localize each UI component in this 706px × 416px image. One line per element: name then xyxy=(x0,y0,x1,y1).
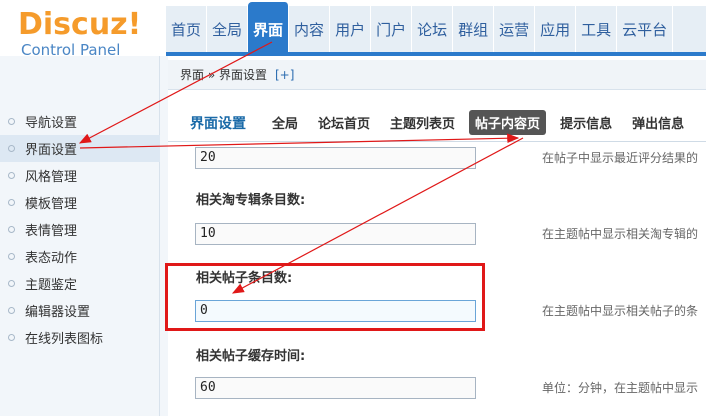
settings-tabs: 界面设置 全局 论坛首页 主题列表页 帖子内容页 提示信息 弹出信息 xyxy=(168,104,706,142)
sidebar-item-thread-stamps[interactable]: 主题鉴定 xyxy=(0,270,160,297)
tab-global[interactable]: 全局 xyxy=(266,110,304,135)
sidebar-item-label: 主题鉴定 xyxy=(25,278,78,293)
setting-description: 在主题帖中显示相关淘专辑的 xyxy=(542,227,699,241)
bullet-icon xyxy=(8,334,15,341)
discuz-logo[interactable]: Discuz! Control Panel xyxy=(18,7,168,59)
sidebar-item-label: 编辑器设置 xyxy=(25,305,91,320)
tab-popups[interactable]: 弹出信息 xyxy=(626,110,690,135)
sidebar-item-label: 表态动作 xyxy=(25,251,78,266)
bullet-icon xyxy=(8,199,15,206)
topnav-forum[interactable]: 论坛 xyxy=(412,6,454,52)
top-navigation: 首页 全局 界面 内容 用户 门户 论坛 群组 运营 应用 工具 云平台 xyxy=(166,2,706,56)
breadcrumb: 界面 » 界面设置 [+] xyxy=(168,60,706,90)
cache-time-input[interactable]: 60 xyxy=(195,377,476,399)
setting-label: 相关淘专辑条目数: xyxy=(196,193,306,208)
sidebar-item-label: 模板管理 xyxy=(25,197,78,212)
rating-count-input[interactable]: 20 xyxy=(195,147,476,169)
setting-label: 相关帖子缓存时间: xyxy=(196,349,306,364)
sidebar-item-smilies[interactable]: 表情管理 xyxy=(0,216,160,243)
tab-post-page[interactable]: 帖子内容页 xyxy=(469,110,547,135)
sidebar-item-label: 在线列表图标 xyxy=(25,332,104,347)
topnav-users[interactable]: 用户 xyxy=(330,6,372,52)
topnav-groups[interactable]: 群组 xyxy=(453,6,495,52)
topnav-apps[interactable]: 应用 xyxy=(535,6,577,52)
bullet-icon xyxy=(8,145,15,152)
related-collections-input[interactable]: 10 xyxy=(195,223,476,245)
topnav-cloud[interactable]: 云平台 xyxy=(617,6,674,52)
topnav-global[interactable]: 全局 xyxy=(207,6,249,52)
logo-text: Discuz! xyxy=(18,7,142,42)
tab-messages[interactable]: 提示信息 xyxy=(554,110,618,135)
sidebar-item-click-actions[interactable]: 表态动作 xyxy=(0,243,160,270)
topnav-interface[interactable]: 界面 xyxy=(248,2,290,52)
bullet-icon xyxy=(8,172,15,179)
tab-thread-list[interactable]: 主题列表页 xyxy=(384,110,461,135)
bullet-icon xyxy=(8,280,15,287)
sidebar-item-editor[interactable]: 编辑器设置 xyxy=(0,297,160,324)
setting-description: 单位：分钟，在主题帖中显示 xyxy=(542,381,699,395)
bullet-icon xyxy=(8,226,15,233)
add-shortcut-link[interactable]: [+] xyxy=(275,68,294,82)
sidebar-item-templates[interactable]: 模板管理 xyxy=(0,189,160,216)
sidebar-divider xyxy=(160,56,168,416)
topnav-content[interactable]: 内容 xyxy=(289,6,331,52)
topnav-tools[interactable]: 工具 xyxy=(576,6,618,52)
bullet-icon xyxy=(8,253,15,260)
bullet-icon xyxy=(8,307,15,314)
sidebar: 导航设置 界面设置 风格管理 模板管理 表情管理 表态动作 主题鉴定 编辑器设置… xyxy=(0,56,160,416)
header: Discuz! Control Panel 首页 全局 界面 内容 用户 门户 … xyxy=(0,0,706,59)
sidebar-item-label: 导航设置 xyxy=(25,116,78,131)
sidebar-item-label: 表情管理 xyxy=(25,224,78,239)
sidebar-item-styles[interactable]: 风格管理 xyxy=(0,162,160,189)
annotation-highlight-box xyxy=(165,263,485,331)
bullet-icon xyxy=(8,118,15,125)
page-title: 界面设置 xyxy=(190,115,246,132)
topnav-portal[interactable]: 门户 xyxy=(371,6,413,52)
sidebar-item-navigation[interactable]: 导航设置 xyxy=(0,108,160,135)
sidebar-item-online-icons[interactable]: 在线列表图标 xyxy=(0,324,160,351)
sidebar-item-label: 界面设置 xyxy=(25,143,78,158)
sidebar-item-interface-settings[interactable]: 界面设置 xyxy=(0,135,160,162)
sidebar-item-label: 风格管理 xyxy=(25,170,78,185)
topnav-home[interactable]: 首页 xyxy=(166,6,208,52)
tab-forum-home[interactable]: 论坛首页 xyxy=(312,110,376,135)
setting-description: 在帖子中显示最近评分结果的 xyxy=(542,151,699,165)
topnav-operations[interactable]: 运营 xyxy=(494,6,536,52)
breadcrumb-path: 界面 » 界面设置 xyxy=(180,68,267,82)
setting-description: 在主题帖中显示相关帖子的条 xyxy=(542,304,699,318)
